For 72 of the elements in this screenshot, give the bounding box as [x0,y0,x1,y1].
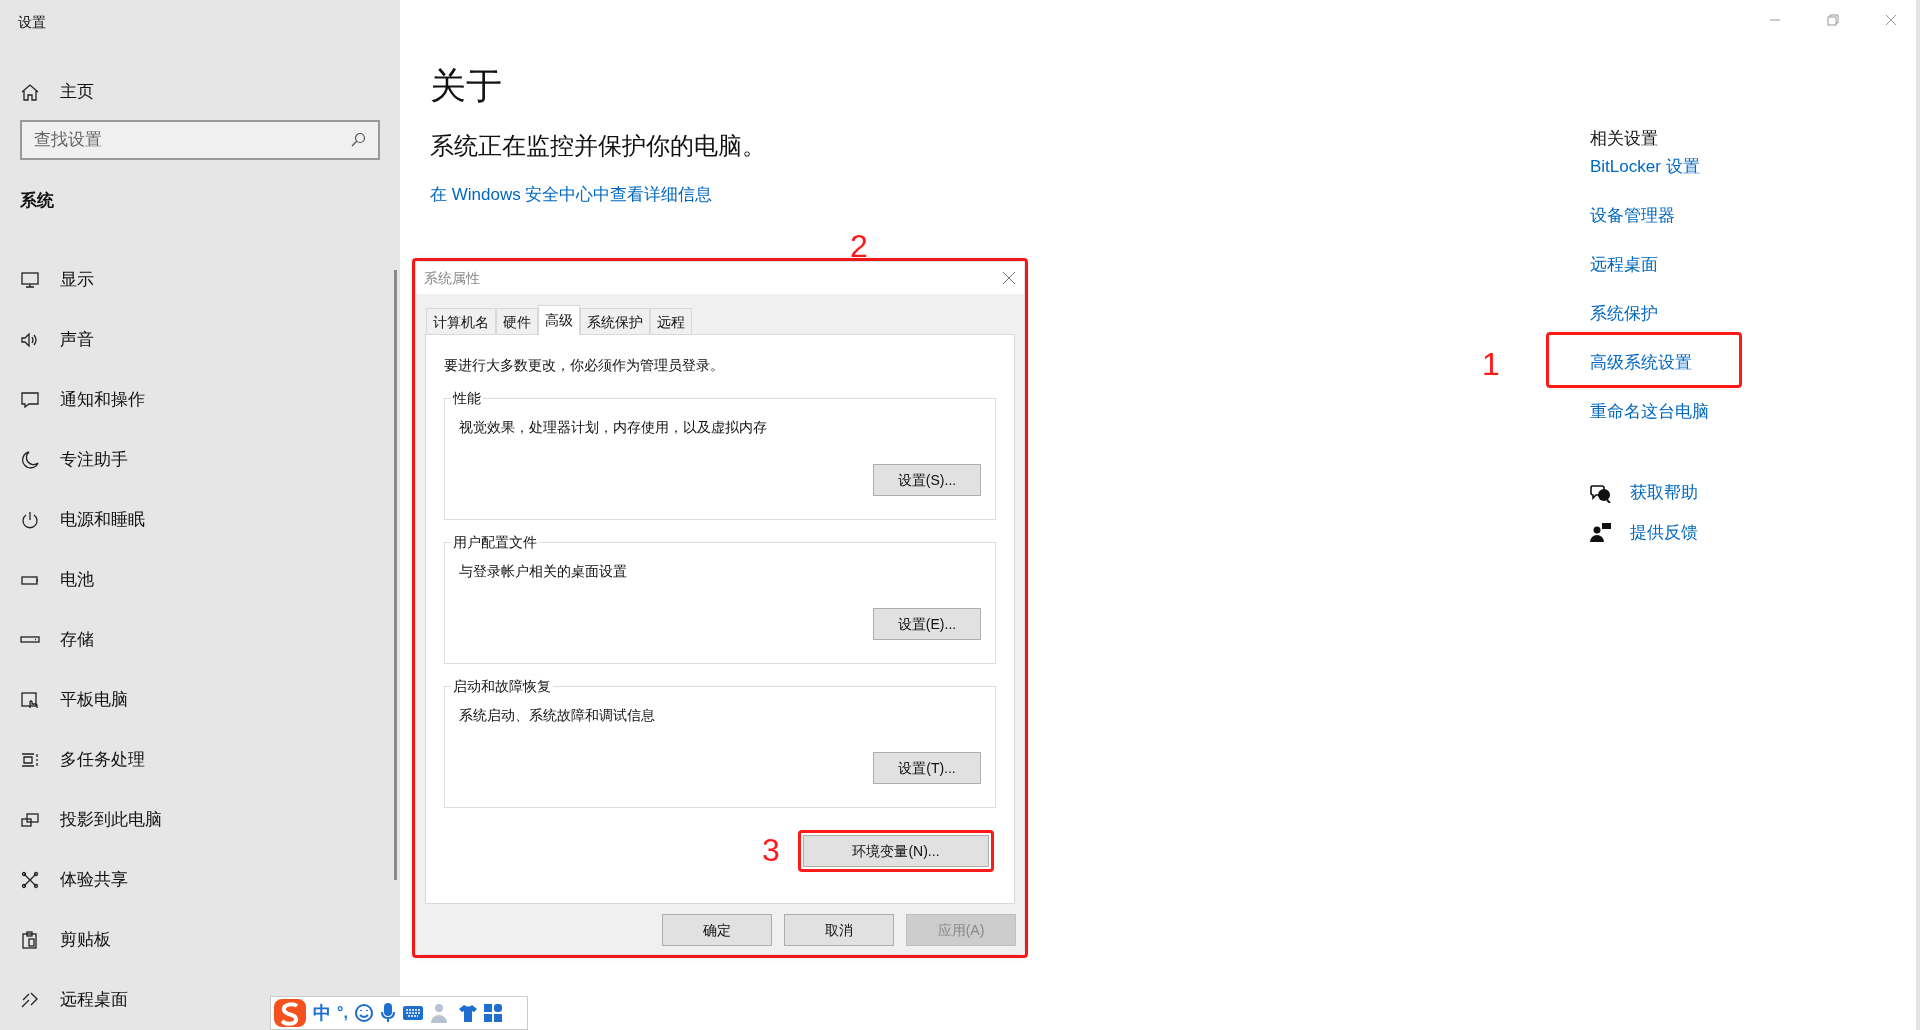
related-link[interactable]: 设备管理器 [1590,203,1675,229]
group-title: 性能 [451,389,483,407]
dialog-title: 系统属性 [424,268,480,288]
nav-item[interactable]: 显示 [20,249,94,310]
group-title: 用户配置文件 [451,533,539,551]
storage-icon [20,636,40,643]
message-icon [20,389,40,410]
group-description: 视觉效果，处理器计划，内存使用，以及虚拟内存 [459,418,768,437]
dialog-tab[interactable]: 高级 [538,305,580,335]
group-description: 系统启动、系统故障和调试信息 [459,706,656,725]
step-number: 2 [850,227,868,266]
close-icon[interactable] [1885,14,1897,26]
status-text: 系统正在监控并保护你的电脑。 [430,131,767,161]
help-chat-icon [1590,482,1612,503]
nav-item[interactable]: 存储 [20,609,94,670]
nav-item[interactable]: 专注助手 [20,429,128,490]
nav-item[interactable]: 剪贴板 [20,909,111,970]
nav-item[interactable]: 体验共享 [20,849,128,910]
dialog-tab[interactable]: 硬件 [496,308,538,334]
grid-icon[interactable] [483,1004,502,1022]
keyboard-icon[interactable] [401,1005,424,1021]
related-link[interactable]: 远程桌面 [1590,252,1658,278]
dialog-button[interactable]: 确定 [662,914,772,946]
nav-item[interactable]: 平板电脑 [20,669,128,730]
clipboard-icon [20,929,40,950]
related-link[interactable]: 重命名这台电脑 [1590,399,1709,425]
group-title: 启动和故障恢复 [451,677,553,695]
share-icon [20,869,40,890]
related-heading: 相关设置 [1590,128,1659,150]
smiley-icon[interactable] [353,1003,374,1023]
nav-item[interactable]: 电源和睡眠 [20,489,145,550]
related-link[interactable]: 高级系统设置 [1590,350,1692,376]
dialog-tab[interactable]: 系统保护 [580,308,650,334]
nav-item[interactable]: 投影到此电脑 [20,789,162,850]
environment-variables-button[interactable]: 环境变量(N)... [803,835,989,867]
nav-item[interactable]: 声音 [20,309,94,370]
related-link[interactable]: BitLocker 设置 [1590,154,1700,180]
tablet-icon [20,689,40,710]
help-link[interactable]: 获取帮助 [1630,480,1698,506]
power-icon [20,509,40,530]
close-icon[interactable] [1002,271,1016,285]
help-link[interactable]: 提供反馈 [1630,519,1698,545]
window-title: 设置 [18,13,47,32]
search-field[interactable]: 查找设置 [20,120,380,160]
section-heading: 系统 [20,190,55,212]
search-icon [350,132,366,148]
dialog-tab[interactable]: 计算机名 [426,308,496,334]
nav-item[interactable]: 多任务处理 [20,729,145,790]
feedback-person-icon [1590,522,1612,543]
group-description: 与登录帐户相关的桌面设置 [459,562,628,581]
step-number: 3 [762,831,780,870]
nav-item[interactable]: 远程桌面 [20,969,128,1030]
microphone-icon[interactable] [379,1002,396,1024]
home-icon [20,82,40,102]
settings-button[interactable]: 设置(E)... [873,608,981,640]
page-title: 关于 [430,64,503,108]
notice-text: 要进行大多数更改，你必须作为管理员登录。 [444,356,725,375]
dialog-tab[interactable]: 远程 [650,308,692,334]
dialog-button[interactable]: 取消 [784,914,894,946]
home-nav-item[interactable]: 主页 [20,80,400,104]
step-number: 1 [1482,345,1500,384]
related-link[interactable]: 系统保护 [1590,301,1658,327]
settings-button[interactable]: 设置(T)... [873,752,981,784]
nav-item[interactable]: 电池 [20,549,94,610]
security-link[interactable]: 在 Windows 安全中心中查看详细信息 [430,182,1590,208]
punctuation-toggle[interactable]: °, [337,1001,348,1025]
nav-item[interactable]: 通知和操作 [20,369,145,430]
monitor-icon [20,269,40,290]
settings-button[interactable]: 设置(S)... [873,464,981,496]
moon-icon [20,449,40,470]
input-mode-toggle[interactable]: 中 [313,999,331,1027]
shirt-icon[interactable] [457,1003,478,1023]
